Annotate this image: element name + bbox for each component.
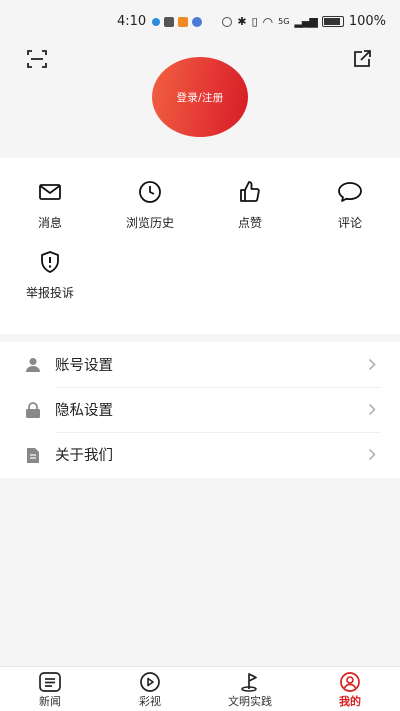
comment-icon <box>338 182 362 202</box>
login-register-button[interactable]: 登录/注册 <box>152 57 248 137</box>
grid-item-history[interactable]: 浏览历史 <box>105 180 195 231</box>
scan-icon[interactable] <box>26 48 48 70</box>
settings-item-privacy[interactable]: 隐私设置 <box>0 387 400 432</box>
grid-label: 评论 <box>337 216 362 230</box>
status-bar: 4:10 ✱ ▯ ◠ 5G ▂▄▆ 100% <box>0 0 400 44</box>
settings-item-account[interactable]: 账号设置 <box>0 342 400 387</box>
bluetooth-icon: ✱ <box>237 15 247 28</box>
settings-item-label: 隐私设置 <box>55 403 113 419</box>
tab-news[interactable]: 新闻 <box>0 667 100 711</box>
battery-percent: 100% <box>348 14 386 29</box>
tab-civilization[interactable]: 文明实践 <box>200 667 300 711</box>
lock-icon <box>26 402 40 418</box>
status-right: ✱ ▯ ◠ 5G ▂▄▆ 100% <box>222 14 386 29</box>
network-label: 5G <box>278 17 290 26</box>
chevron-right-icon <box>368 403 376 416</box>
app-notification-icon <box>152 18 160 26</box>
settings-list: 账号设置 隐私设置 关于我们 <box>0 342 400 478</box>
news-icon <box>39 672 61 692</box>
settings-item-about[interactable]: 关于我们 <box>0 432 400 477</box>
app-notification-icon <box>164 17 174 27</box>
chevron-right-icon <box>368 448 376 461</box>
function-grid: 消息 浏览历史 点赞 评论 举报投诉 <box>0 158 400 334</box>
tab-video[interactable]: 彩视 <box>100 667 200 711</box>
battery-icon <box>321 16 344 27</box>
app-notification-icon <box>192 17 202 27</box>
vibrate-icon: ▯ <box>251 15 258 28</box>
settings-item-label: 关于我们 <box>55 448 113 464</box>
grid-label: 举报投诉 <box>25 286 74 300</box>
app-notification-icon <box>178 17 188 27</box>
play-icon <box>140 672 160 692</box>
tab-label: 新闻 <box>39 695 61 708</box>
thumbs-up-icon <box>240 181 260 202</box>
profile-header: 登录/注册 <box>0 44 400 158</box>
clock-icon <box>139 181 161 203</box>
grid-item-likes[interactable]: 点赞 <box>205 180 295 231</box>
grid-item-messages[interactable]: 消息 <box>5 180 95 231</box>
status-notification-icons <box>152 17 202 27</box>
tab-mine[interactable]: 我的 <box>300 667 400 711</box>
person-icon <box>26 358 40 372</box>
tab-label: 彩视 <box>139 695 161 708</box>
tab-label: 文明实践 <box>228 695 272 708</box>
share-icon[interactable] <box>351 48 373 70</box>
flag-icon <box>241 673 257 692</box>
signal-icon: ▂▄▆ <box>294 15 317 28</box>
grid-label: 消息 <box>37 216 62 230</box>
profile-icon <box>340 672 360 692</box>
alarm-icon <box>222 16 233 27</box>
tab-label: 我的 <box>339 695 361 708</box>
login-register-label: 登录/注册 <box>176 91 224 104</box>
wifi-icon: ◠ <box>262 14 274 29</box>
grid-item-comments[interactable]: 评论 <box>305 180 395 231</box>
chevron-right-icon <box>368 358 376 371</box>
report-shield-icon <box>41 251 59 273</box>
mail-icon <box>39 184 61 200</box>
grid-label: 浏览历史 <box>125 216 174 230</box>
document-icon <box>27 448 39 463</box>
grid-item-report[interactable]: 举报投诉 <box>5 250 95 301</box>
bottom-tab-bar: 新闻 彩视 文明实践 我的 <box>0 666 400 711</box>
status-time: 4:10 <box>117 14 147 29</box>
grid-label: 点赞 <box>237 216 262 230</box>
settings-item-label: 账号设置 <box>55 358 113 374</box>
